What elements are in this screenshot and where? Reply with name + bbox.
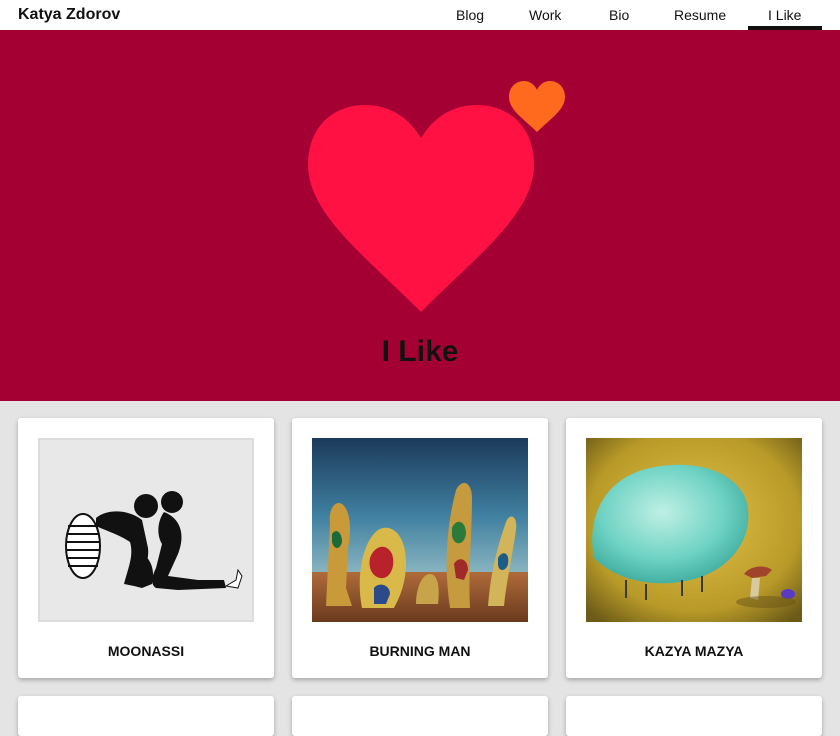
card-kazya-mazya[interactable]: KAZYA MAZYA xyxy=(566,418,822,678)
card-image-burning-man xyxy=(312,438,528,622)
nav-item-bio[interactable]: Bio xyxy=(609,7,629,23)
nav-item-work[interactable]: Work xyxy=(529,7,561,23)
card-row2-1[interactable] xyxy=(18,696,274,736)
card-burning-man[interactable]: BURNING MAN xyxy=(292,418,548,678)
card-row2-3[interactable] xyxy=(566,696,822,736)
hero-title: I Like xyxy=(381,335,459,368)
nav-item-resume[interactable]: Resume xyxy=(674,7,726,23)
card-row2-2[interactable] xyxy=(292,696,548,736)
card-title-moonassi: MOONASSI xyxy=(107,643,185,659)
card-image-kazya-mazya xyxy=(586,438,802,622)
top-nav-bar: Katya Zdorov Blog Work Bio Resume I Like xyxy=(0,0,840,30)
large-heart-icon xyxy=(308,105,534,312)
site-name[interactable]: Katya Zdorov xyxy=(18,6,120,24)
nav-item-i-like[interactable]: I Like xyxy=(768,7,801,23)
nav-item-blog[interactable]: Blog xyxy=(456,7,484,23)
card-title-burning-man: BURNING MAN xyxy=(369,643,471,659)
card-title-kazya-mazya: KAZYA MAZYA xyxy=(644,643,744,659)
hero-banner: I Like xyxy=(0,30,840,401)
card-image-moonassi xyxy=(38,438,254,622)
card-moonassi[interactable]: MOONASSI xyxy=(18,418,274,678)
